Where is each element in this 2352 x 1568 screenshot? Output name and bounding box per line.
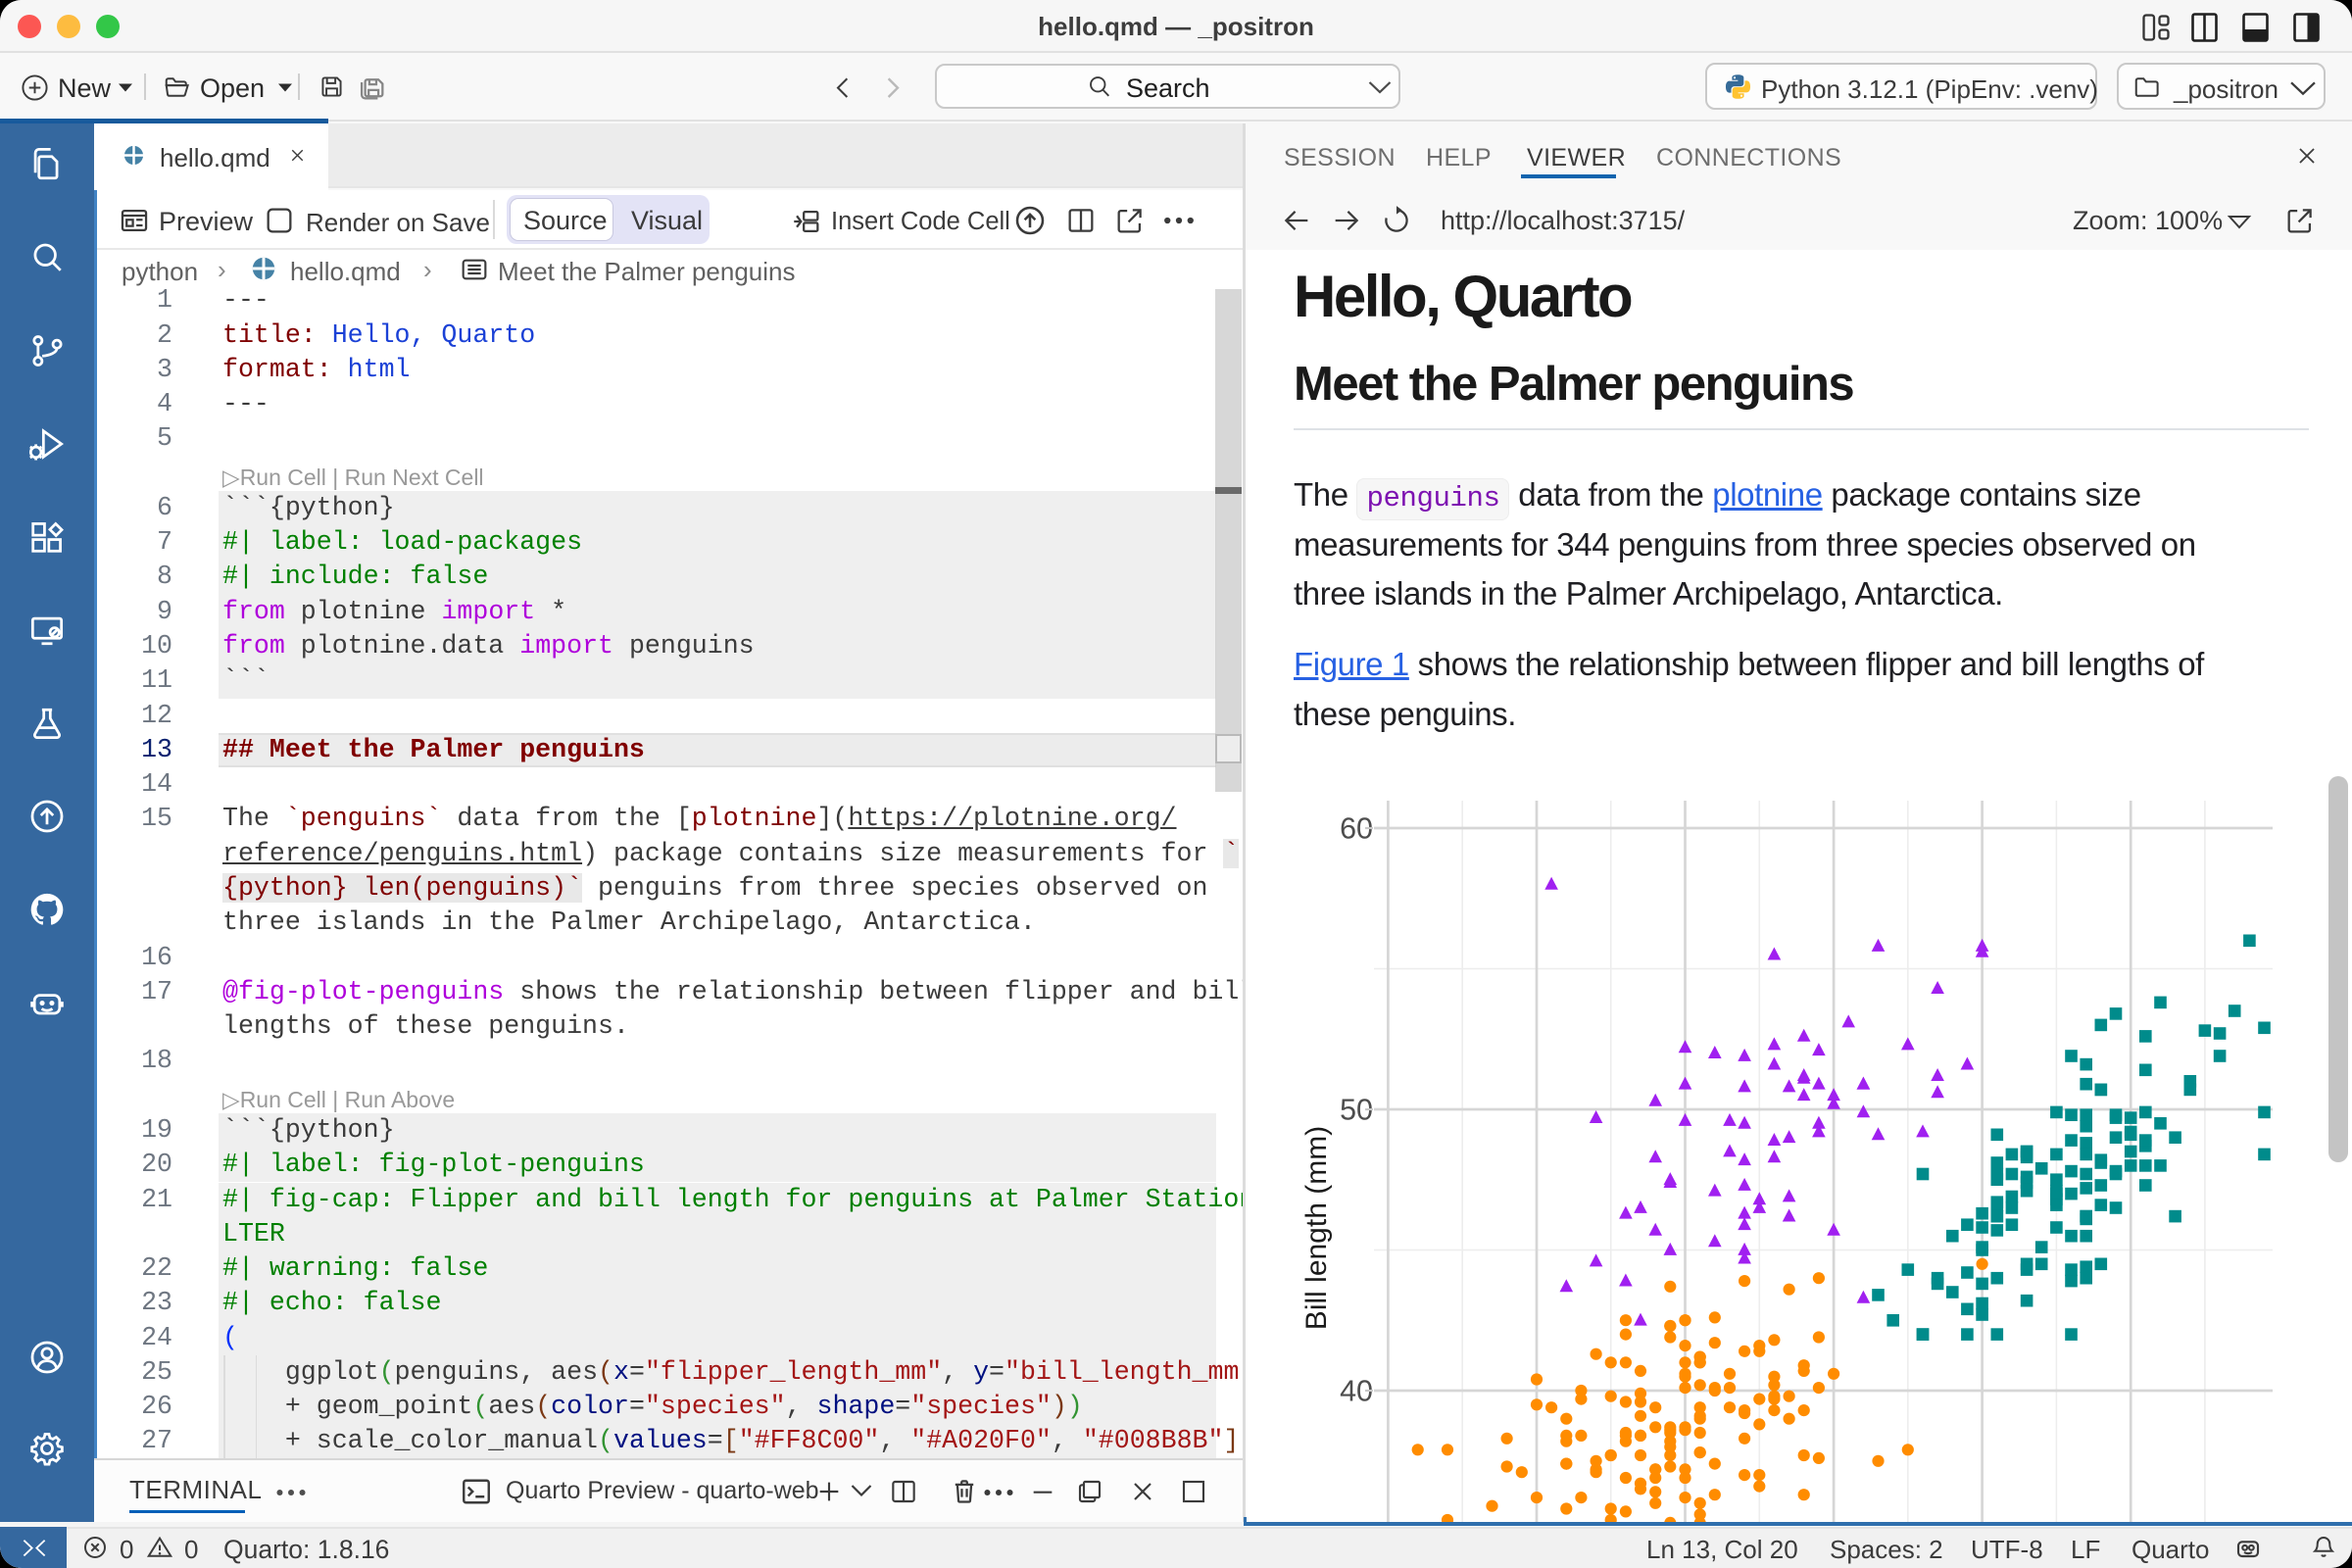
svg-text:Bill length (mm): Bill length (mm) bbox=[1300, 1126, 1333, 1330]
